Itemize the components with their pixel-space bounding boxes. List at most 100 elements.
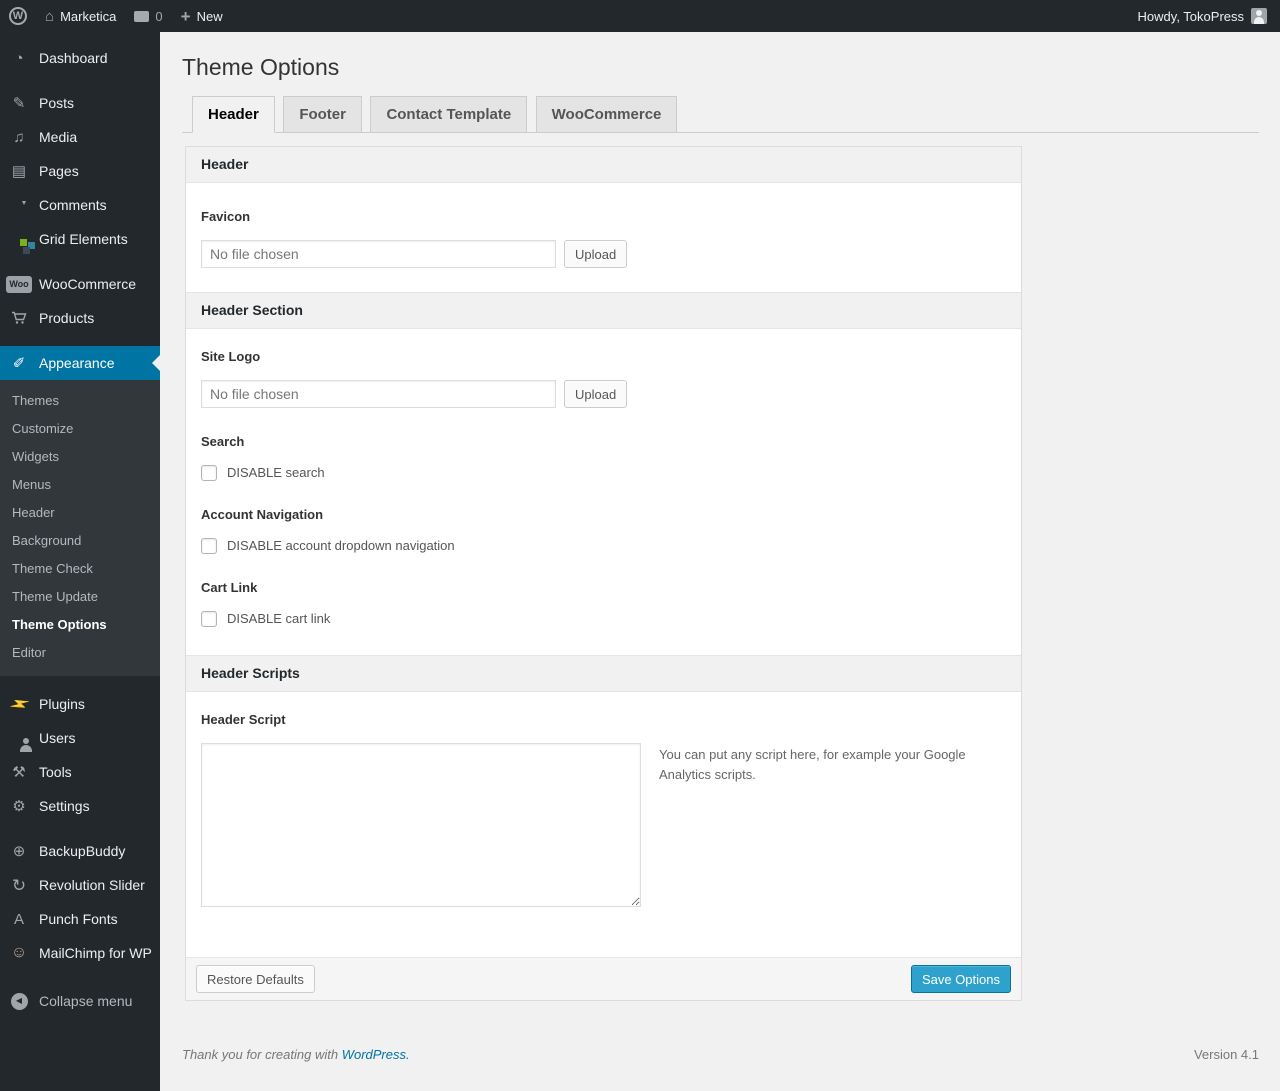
site-logo-upload-button[interactable]: Upload: [564, 380, 628, 408]
sidebar-item-label: Appearance: [39, 355, 115, 371]
submenu-item-theme-options[interactable]: Theme Options: [0, 611, 160, 639]
site-name: Marketica: [60, 8, 117, 24]
admin-sidebar: ◔ Dashboard ✎ Posts ♫ Media ▤ Pages Comm…: [0, 32, 160, 1091]
wordpress-menu[interactable]: W: [0, 0, 36, 32]
new-label: New: [196, 8, 223, 24]
tab-header[interactable]: Header: [192, 96, 275, 133]
comments-shortcut[interactable]: 0: [125, 0, 171, 32]
tab-woocommerce[interactable]: WooCommerce: [535, 96, 678, 132]
sidebar-item-settings[interactable]: ⚙ Settings: [0, 789, 160, 823]
sidebar-item-label: Media: [39, 129, 78, 145]
sidebar-item-label: WooCommerce: [39, 276, 136, 292]
submenu-item-theme-check[interactable]: Theme Check: [0, 555, 160, 583]
sidebar-item-label: MailChimp for WP: [39, 945, 152, 961]
main-content: Theme Options Header Footer Contact Temp…: [160, 32, 1280, 1091]
sidebar-item-tools[interactable]: ⚒ Tools: [0, 755, 160, 789]
sidebar-item-label: BackupBuddy: [39, 843, 126, 859]
section-header-section: Header Section: [186, 292, 1021, 329]
submenu-item-menus[interactable]: Menus: [0, 471, 160, 499]
sidebar-item-products[interactable]: Products: [0, 301, 160, 335]
version-text: Version 4.1: [1193, 1047, 1259, 1062]
footer-thank-you: Thank you for creating with WordPress.: [182, 1047, 410, 1062]
admin-bar: W ⌂ Marketica 0 + New Howdy, TokoPress: [0, 0, 1280, 32]
disable-cart-link-checkbox[interactable]: [201, 611, 217, 627]
submenu-item-background[interactable]: Background: [0, 527, 160, 555]
save-options-button[interactable]: Save Options: [910, 965, 1011, 993]
disable-cart-link-checkbox-label: DISABLE cart link: [227, 611, 331, 626]
tab-contact-template[interactable]: Contact Template: [370, 96, 528, 132]
settings-icon: ⚙: [12, 797, 26, 815]
site-name-link[interactable]: ⌂ Marketica: [36, 0, 125, 32]
submenu-item-customize[interactable]: Customize: [0, 415, 160, 443]
sidebar-item-label: Settings: [39, 798, 90, 814]
sidebar-item-comments[interactable]: Comments: [0, 188, 160, 222]
tab-footer[interactable]: Footer: [283, 96, 362, 132]
favicon-upload-button[interactable]: Upload: [564, 240, 628, 268]
sidebar-item-punch-fonts[interactable]: A Punch Fonts: [0, 902, 160, 936]
sidebar-item-mailchimp[interactable]: ☺ MailChimp for WP: [0, 936, 160, 970]
header-section-body: Favicon Upload: [186, 209, 1021, 292]
backup-disk-icon: ⊕: [12, 842, 26, 860]
user-avatar[interactable]: [1251, 8, 1267, 24]
collapse-menu-label: Collapse menu: [39, 993, 133, 1009]
pages-icon: ▤: [11, 162, 27, 180]
restore-defaults-button[interactable]: Restore Defaults: [196, 965, 315, 993]
header-script-textarea[interactable]: [201, 743, 641, 907]
wordpress-link[interactable]: WordPress.: [342, 1047, 410, 1062]
submenu-item-theme-update[interactable]: Theme Update: [0, 583, 160, 611]
disable-search-checkbox[interactable]: [201, 465, 217, 481]
sidebar-item-dashboard[interactable]: ◔ Dashboard: [0, 41, 160, 75]
site-logo-file-input[interactable]: [201, 380, 556, 408]
sidebar-item-pages[interactable]: ▤ Pages: [0, 154, 160, 188]
comment-bubble-icon: [134, 10, 150, 22]
sidebar-item-label: Plugins: [39, 696, 85, 712]
menu-separator: [0, 823, 160, 834]
plus-icon: +: [180, 6, 191, 26]
media-icon: ♫: [13, 128, 25, 146]
account-navigation-label: Account Navigation: [201, 507, 324, 522]
wrench-icon: ⚒: [12, 763, 26, 781]
collapse-menu-button[interactable]: ◀ Collapse menu: [0, 984, 160, 1018]
panel-footer: Restore Defaults Save Options: [186, 957, 1021, 1000]
footer-thank-you-text: Thank you for creating with: [182, 1047, 342, 1062]
header-script-note: You can put any script here, for example…: [659, 747, 966, 783]
sidebar-item-plugins[interactable]: ⚡ Plugins: [0, 687, 160, 721]
sidebar-item-media[interactable]: ♫ Media: [0, 120, 160, 154]
header-scripts-body: Header Script You can put any script her…: [186, 712, 1021, 957]
letter-a-icon: A: [13, 910, 24, 928]
monkey-face-icon: ☺: [10, 944, 28, 961]
appearance-submenu: Themes Customize Widgets Menus Header Ba…: [0, 380, 160, 676]
page-title: Theme Options: [182, 54, 340, 80]
wordpress-logo-icon: W: [9, 7, 27, 25]
submenu-item-themes[interactable]: Themes: [0, 387, 160, 415]
cart-link-label: Cart Link: [201, 580, 258, 595]
sidebar-item-label: Dashboard: [39, 50, 108, 66]
submenu-item-header[interactable]: Header: [0, 499, 160, 527]
sidebar-item-grid-elements[interactable]: Grid Elements: [0, 222, 160, 256]
sidebar-item-backupbuddy[interactable]: ⊕ BackupBuddy: [0, 834, 160, 868]
sidebar-item-label: Users: [39, 730, 76, 746]
sidebar-item-woocommerce[interactable]: Woo WooCommerce: [0, 267, 160, 301]
sidebar-item-appearance[interactable]: ✐ Appearance: [0, 346, 160, 380]
sidebar-item-label: Punch Fonts: [39, 911, 118, 927]
sidebar-item-label: Comments: [39, 197, 107, 213]
plugin-icon: ⚡: [6, 691, 32, 717]
sidebar-item-posts[interactable]: ✎ Posts: [0, 86, 160, 120]
site-logo-label: Site Logo: [201, 349, 261, 364]
menu-separator: [0, 335, 160, 346]
dashboard-icon: ◔: [14, 49, 24, 67]
favicon-file-input[interactable]: [201, 240, 556, 268]
sidebar-item-revolution-slider[interactable]: ↻ Revolution Slider: [0, 868, 160, 902]
new-content-menu[interactable]: + New: [172, 0, 232, 32]
header-script-label: Header Script: [201, 712, 286, 727]
submenu-item-widgets[interactable]: Widgets: [0, 443, 160, 471]
home-icon: ⌂: [45, 7, 55, 25]
submenu-item-editor[interactable]: Editor: [0, 639, 160, 667]
sidebar-item-users[interactable]: Users: [0, 721, 160, 755]
sidebar-item-label: Grid Elements: [39, 231, 128, 247]
disable-account-nav-checkbox[interactable]: [201, 538, 217, 554]
howdy-text[interactable]: Howdy, TokoPress: [1138, 9, 1244, 24]
section-header: Header: [186, 147, 1021, 183]
sidebar-item-label: Revolution Slider: [39, 877, 145, 893]
posts-icon: ✎: [12, 94, 26, 112]
